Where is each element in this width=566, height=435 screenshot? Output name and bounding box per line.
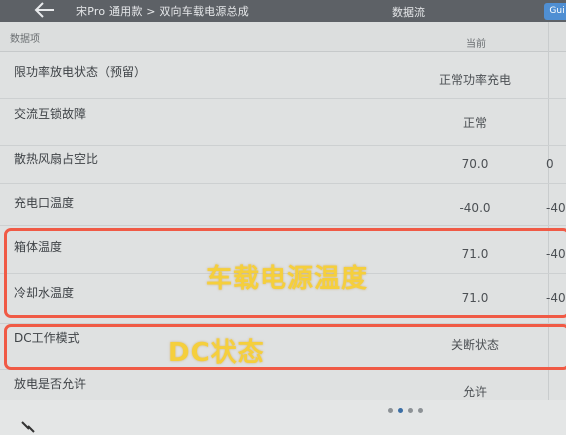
breadcrumb[interactable]: 宋Pro 通用款 > 双向车载电源总成: [76, 3, 249, 19]
page-title: 数据流: [392, 6, 425, 19]
page-dot[interactable]: [388, 408, 393, 413]
table-row[interactable]: 充电口温度 -40.0 -40: [0, 184, 566, 226]
vehicle-power-temp-annotation: 车载电源温度: [206, 264, 369, 294]
row-extra-value: 0: [546, 157, 554, 171]
back-arrow-icon[interactable]: [34, 1, 56, 19]
row-value: 正常功率充电: [438, 73, 511, 87]
table-row[interactable]: 放电是否允许 允许: [0, 370, 566, 402]
dc-status-highlight-box: [4, 324, 566, 370]
pagination-dots[interactable]: [388, 408, 423, 413]
row-label: 交流互锁故障: [14, 107, 87, 121]
table-row[interactable]: 交流互锁故障 正常: [0, 99, 566, 146]
row-label: 放电是否允许: [14, 377, 87, 391]
row-value: 允许: [462, 385, 487, 399]
dc-status-annotation: DC状态: [168, 338, 265, 368]
row-label: 充电口温度: [14, 196, 75, 210]
row-value: 正常: [462, 116, 487, 130]
page-dot-active[interactable]: [398, 408, 403, 413]
row-value: -40.0: [459, 201, 491, 215]
table-header: 数据项 当前: [0, 22, 566, 52]
toolbar-button[interactable]: Gui: [544, 3, 566, 20]
page-dot[interactable]: [408, 408, 413, 413]
column-header-current: 当前: [466, 39, 486, 50]
page-dot[interactable]: [418, 408, 423, 413]
row-label: 限功率放电状态（预留）: [14, 65, 147, 79]
footer-bar: [0, 400, 566, 435]
row-value: 70.0: [461, 157, 489, 171]
row-extra-value: -40: [546, 201, 566, 215]
pen-icon: [21, 421, 35, 433]
top-bar: 宋Pro 通用款 > 双向车载电源总成 数据流 Gui: [0, 0, 566, 22]
table-row[interactable]: 散热风扇占空比 70.0 0: [0, 146, 566, 184]
column-header-item: 数据项: [10, 34, 40, 45]
table-row[interactable]: 限功率放电状态（预留） 正常功率充电: [0, 52, 566, 99]
row-label: 散热风扇占空比: [14, 152, 99, 166]
